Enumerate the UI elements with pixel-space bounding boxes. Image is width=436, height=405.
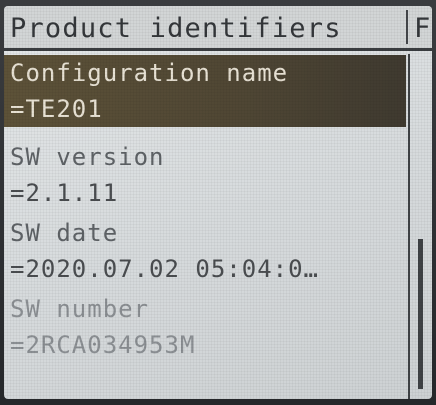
lcd-screen: Product identifiers F Configuration name…: [4, 6, 432, 399]
menu-header: Product identifiers F: [4, 6, 432, 48]
list-item-sw-version-value: =2.1.11: [4, 175, 406, 211]
item-label: SW date: [10, 219, 119, 247]
item-value: =TE201: [10, 95, 103, 123]
list-item-sw-number-label[interactable]: SW number: [4, 291, 406, 327]
header-separator: [406, 10, 408, 44]
item-value: =2RCA034953M: [10, 331, 196, 359]
list-item-sw-date-value: =2020.07.02 05:04:0…: [4, 251, 406, 287]
list-item-configuration-name-value[interactable]: =TE201: [4, 91, 406, 127]
scrollbar-thumb[interactable]: [418, 239, 423, 389]
page-title: Product identifiers: [10, 13, 342, 44]
identifier-list: Configuration name =TE201 SW version =2.…: [4, 51, 410, 399]
list-item-sw-version-label[interactable]: SW version: [4, 139, 406, 175]
next-tab-label[interactable]: F: [414, 14, 430, 44]
device-bezel: Product identifiers F Configuration name…: [0, 0, 436, 405]
list-item-sw-date-label[interactable]: SW date: [4, 215, 406, 251]
item-label: Configuration name: [10, 59, 289, 87]
item-label: SW version: [10, 143, 165, 171]
list-item-sw-number-value: =2RCA034953M: [4, 327, 406, 363]
list-item-configuration-name-label[interactable]: Configuration name: [4, 55, 406, 91]
item-label: SW number: [10, 295, 150, 323]
scrollbar[interactable]: [408, 54, 428, 399]
item-value: =2020.07.02 05:04:0…: [10, 255, 319, 283]
item-value: =2.1.11: [10, 179, 119, 207]
